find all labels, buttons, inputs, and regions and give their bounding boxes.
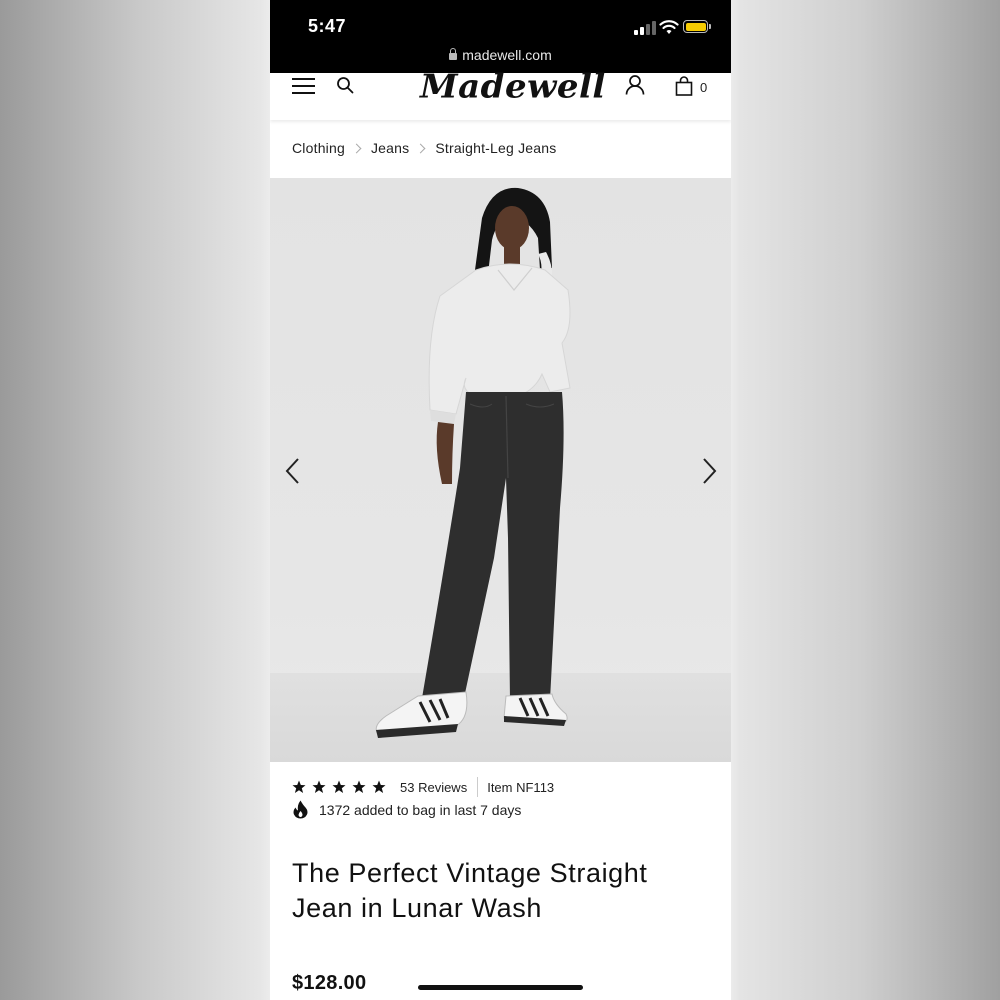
product-image-carousel[interactable] [270, 178, 731, 762]
star-icon [332, 780, 346, 793]
popularity-row: 1372 added to bag in last 7 days [292, 800, 521, 819]
breadcrumb-clothing[interactable]: Clothing [292, 140, 345, 156]
cellular-signal-icon [634, 21, 656, 35]
chevron-right-icon [351, 143, 362, 154]
brand-logo[interactable]: Madewell [420, 68, 605, 106]
flame-icon [293, 800, 308, 819]
item-number: Item NF113 [487, 779, 555, 795]
star-rating[interactable] [292, 780, 386, 794]
account-icon[interactable] [624, 74, 646, 96]
chevron-right-icon [415, 143, 426, 154]
url-text: madewell.com [462, 47, 552, 63]
battery-cap [709, 24, 711, 29]
address-bar[interactable]: madewell.com [270, 47, 731, 63]
wifi-icon [659, 20, 679, 34]
star-icon [352, 780, 366, 793]
bag-icon[interactable] [675, 76, 693, 96]
breadcrumb-jeans[interactable]: Jeans [371, 140, 409, 156]
home-indicator[interactable] [418, 985, 583, 990]
chevron-right-icon[interactable] [698, 456, 720, 486]
bag-count: 0 [700, 80, 708, 95]
reviews-link[interactable]: 53 Reviews [400, 780, 467, 795]
chevron-left-icon[interactable] [282, 456, 304, 486]
product-title: The Perfect Vintage Straight Jean in Lun… [292, 858, 648, 923]
star-icon [312, 780, 326, 793]
breadcrumb-straight-leg-jeans[interactable]: Straight-Leg Jeans [435, 140, 556, 156]
status-time: 5:47 [308, 16, 347, 36]
product-price: $128.00 [292, 972, 367, 994]
lock-icon [449, 48, 458, 60]
status-bar: 5:47 madewell.com [270, 0, 731, 73]
star-icon [292, 780, 306, 793]
divider [477, 777, 479, 797]
phone-screen: 5:47 madewell.com Madewell 0 Clothing Je… [270, 0, 731, 1000]
rating-row: 53 Reviews Item NF113 [292, 777, 554, 797]
breadcrumb: Clothing Jeans Straight-Leg Jeans [292, 140, 556, 156]
battery-level [685, 22, 706, 31]
search-icon[interactable] [336, 76, 354, 94]
menu-icon[interactable] [292, 76, 316, 96]
site-header: Madewell 0 [270, 68, 731, 120]
product-photo [375, 187, 571, 738]
star-icon [372, 780, 386, 793]
battery-icon [683, 20, 708, 33]
popularity-text: 1372 added to bag in last 7 days [319, 801, 522, 818]
